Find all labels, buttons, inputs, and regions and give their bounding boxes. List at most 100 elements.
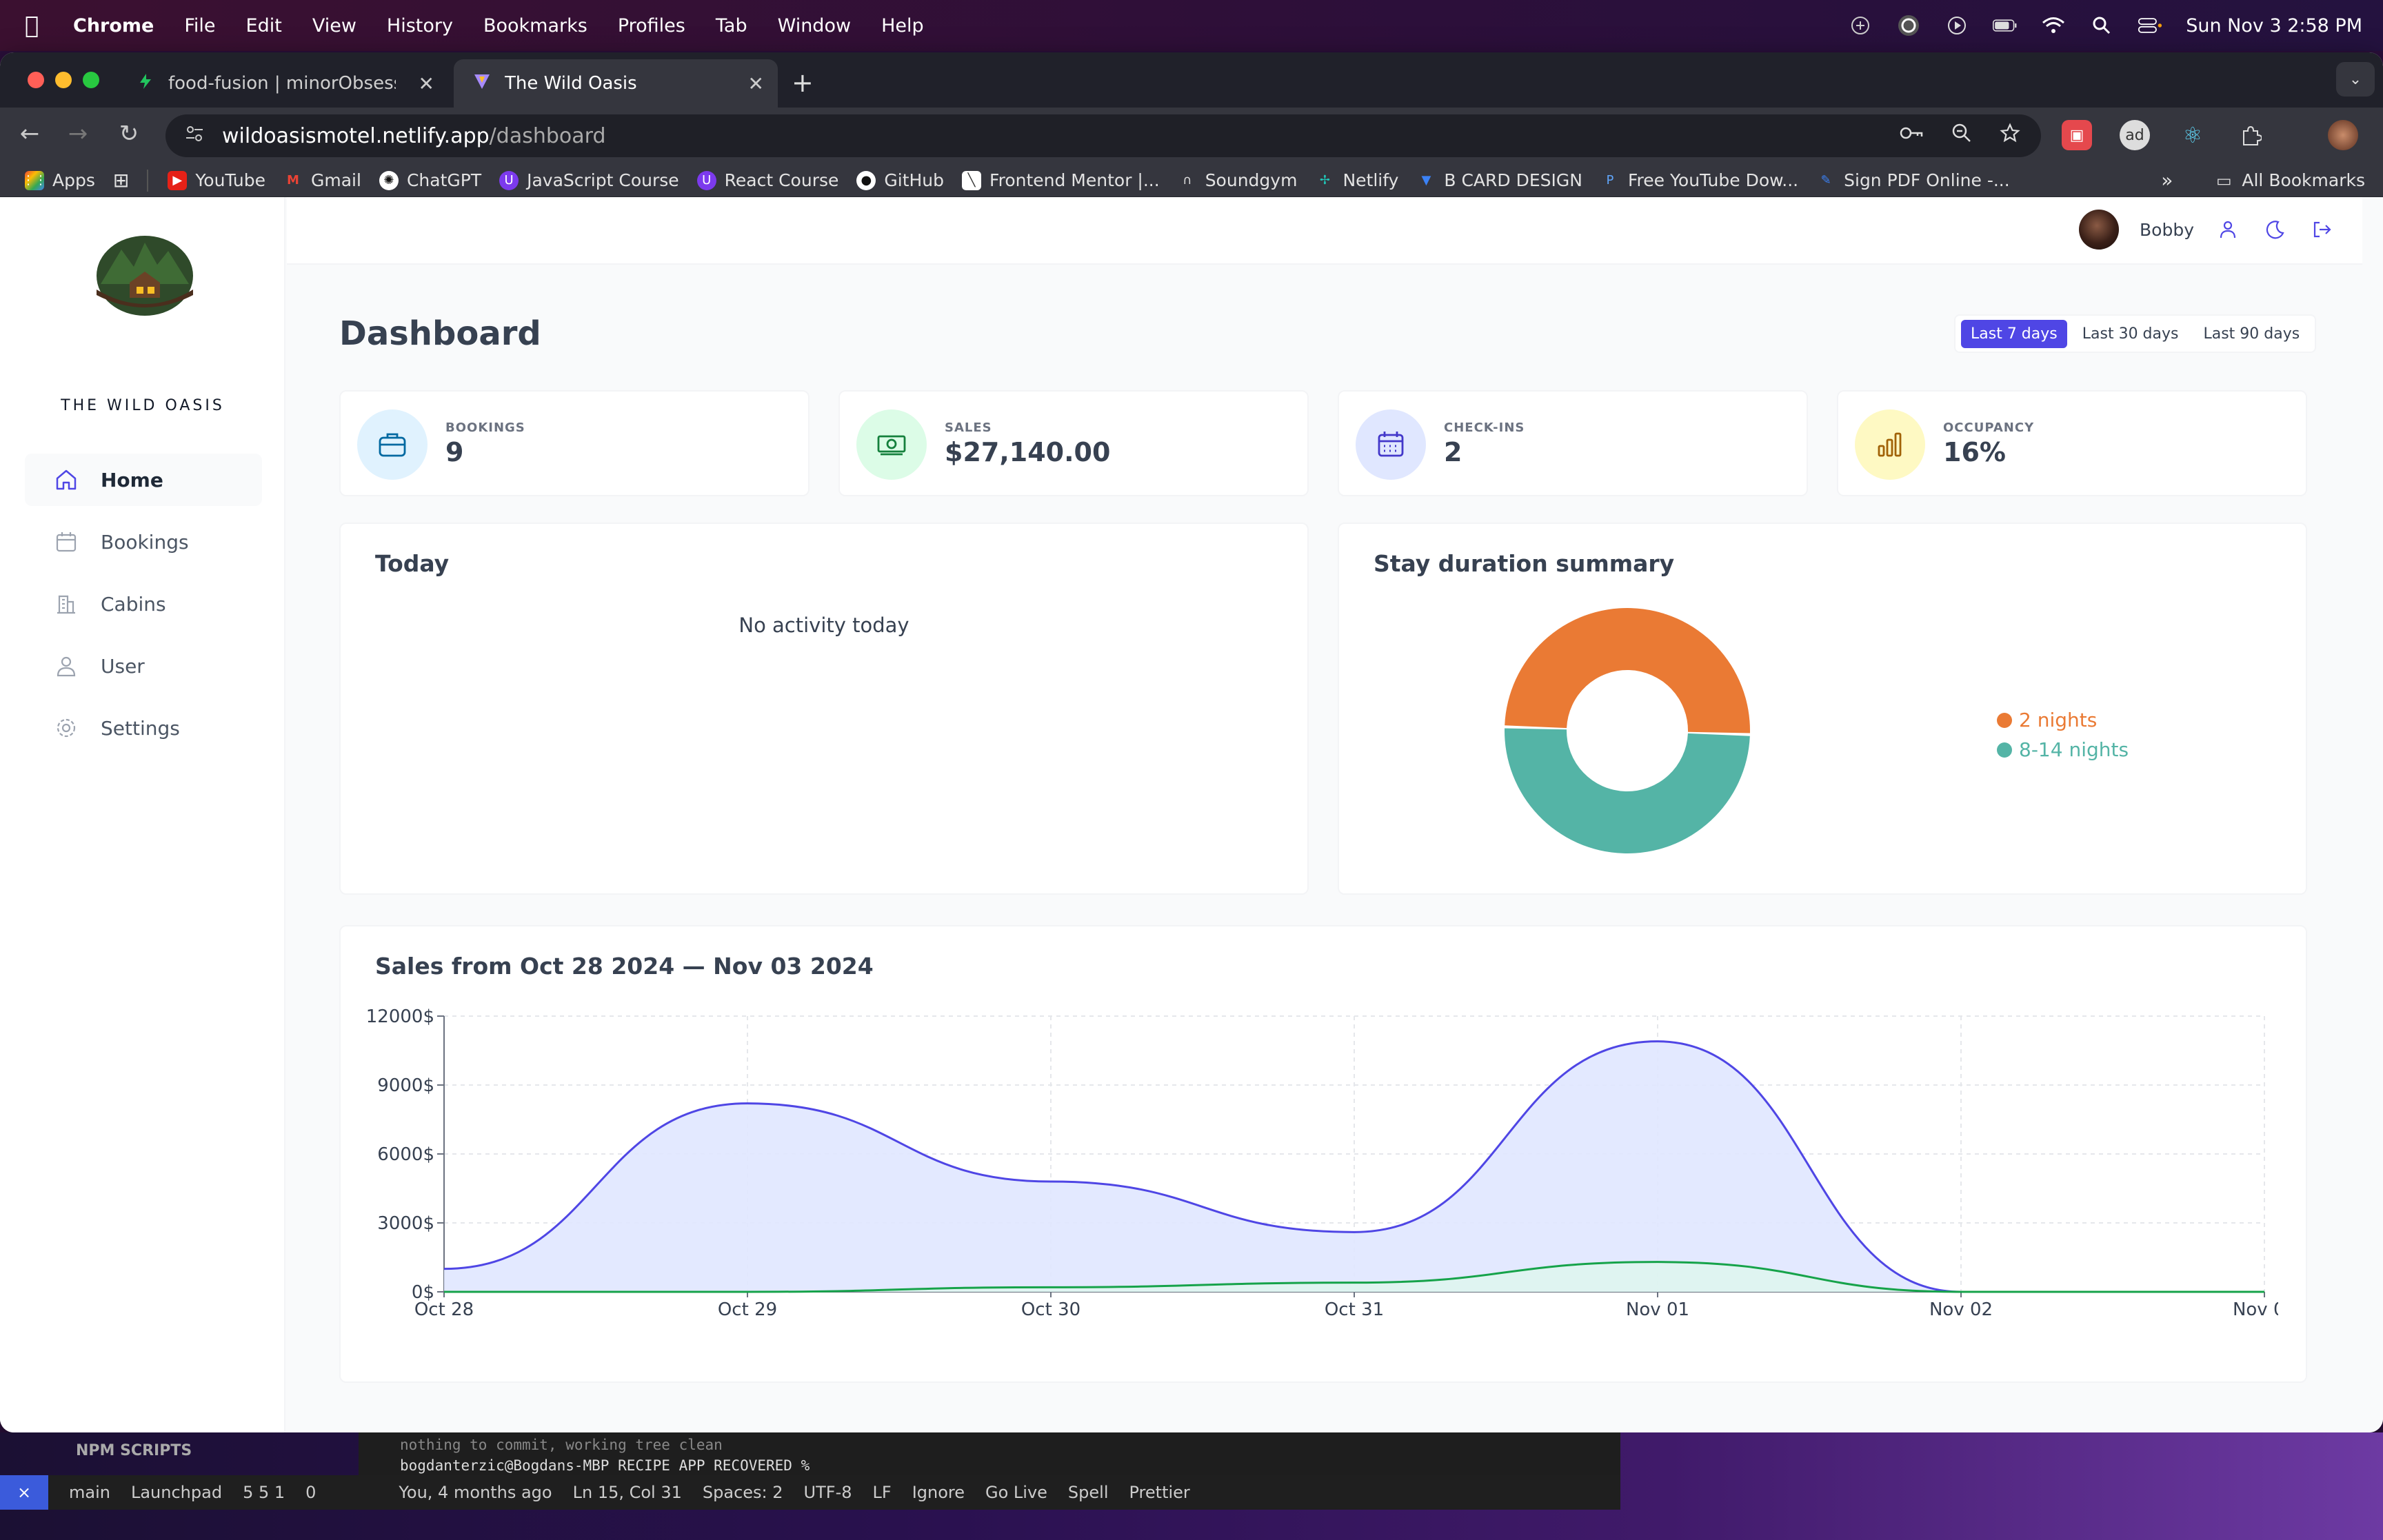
zoom-icon[interactable] [1951,123,1972,149]
extensions-puzzle-icon[interactable] [2235,120,2266,150]
bookmark-sign-pdf[interactable]: ✎ Sign PDF Online -... [1816,170,2010,190]
site-info-icon[interactable] [177,124,212,148]
x-tick-label: Oct 29 [718,1299,777,1320]
menu-file[interactable]: File [184,15,215,37]
account-user-icon[interactable] [2215,216,2241,243]
status-menu-icon[interactable] [1848,13,1873,38]
address-bar[interactable]: wildoasismotel.netlify.app/dashboard [165,114,2041,157]
menubar-clock[interactable]: Sun Nov 3 2:58 PM [2186,15,2362,37]
terminal-prompt: bogdanterzic@Bogdans-MBP RECIPE APP RECO… [400,1457,810,1474]
tab-strip: food-fusion | minorObsession ✕ The Wild … [0,52,2383,108]
avatar[interactable] [2079,210,2120,250]
minimize-window-button[interactable] [55,72,72,88]
bookmark-gmail[interactable]: M Gmail [283,170,361,190]
menu-app-name[interactable]: Chrome [73,15,154,37]
more-bookmarks-icon[interactable]: » [2161,169,2173,192]
dark-mode-moon-icon[interactable] [2262,216,2288,243]
problems-status[interactable]: 5 5 1 [243,1483,285,1502]
bookmark-star-icon[interactable] [2000,123,2020,149]
npm-scripts-label[interactable]: NPM SCRIPTS [76,1442,192,1459]
spotlight-search-icon[interactable] [2089,13,2114,38]
extension-ad-icon[interactable]: ad [2120,120,2150,150]
macos-menu-bar:  Chrome File Edit View History Bookmark… [0,0,2383,51]
profile-avatar[interactable] [2328,120,2358,150]
wifi-icon[interactable] [2041,13,2066,38]
menu-view[interactable]: View [312,15,356,37]
ignore-status[interactable]: Ignore [912,1483,965,1502]
tab-wild-oasis[interactable]: The Wild Oasis ✕ [454,59,778,108]
github-icon: ● [856,170,876,190]
prettier-status[interactable]: Prettier [1129,1483,1190,1502]
remote-icon[interactable]: ⨯ [0,1475,48,1510]
bookmark-github[interactable]: ● GitHub [856,170,944,190]
bookmark-b-card-design[interactable]: ▼ B CARD DESIGN [1416,170,1582,190]
all-bookmarks-button[interactable]: ▭ All Bookmarks [2214,170,2365,190]
bookmark-frontend-mentor[interactable]: ╲ Frontend Mentor |... [962,170,1160,190]
spell-status[interactable]: Spell [1068,1483,1109,1502]
battery-icon[interactable] [1993,13,2018,38]
bookmark-netlify[interactable]: ✢ Netlify [1315,170,1398,190]
sidebar-item-settings[interactable]: Settings [25,702,262,754]
bookmarks-divider [147,169,149,192]
menu-history[interactable]: History [387,15,453,37]
sidebar-item-cabins[interactable]: Cabins [25,578,262,630]
x-tick-label: Oct 31 [1325,1299,1384,1320]
forward-icon[interactable]: → [62,120,94,148]
reload-icon[interactable]: ↻ [113,120,145,148]
bookmark-free-youtube-download[interactable]: P Free YouTube Dow... [1600,170,1799,190]
bookmark-label: Soundgym [1205,170,1298,190]
cursor-position-status[interactable]: Ln 15, Col 31 [573,1483,682,1502]
react-devtools-icon[interactable]: ⚛ [2178,120,2208,150]
close-tab-icon[interactable]: ✕ [419,72,434,95]
bookmark-javascript-course[interactable]: U JavaScript Course [499,170,679,190]
eol-status[interactable]: LF [873,1483,892,1502]
control-center-icon[interactable] [2138,13,2162,38]
menu-help[interactable]: Help [881,15,924,37]
password-key-icon[interactable] [1899,123,1924,149]
filter-last-7-days[interactable]: Last 7 days [1961,319,2067,348]
tab-search-button[interactable]: ⌄ [2336,62,2375,97]
tab-groups-icon[interactable]: ⊞ [113,169,129,192]
git-branch-status[interactable]: main [69,1483,110,1502]
git-blame-status[interactable]: You, 4 months ago [399,1483,552,1502]
bookmark-youtube[interactable]: ▶ YouTube [168,170,265,190]
menu-tab[interactable]: Tab [716,15,747,37]
tab-food-fusion[interactable]: food-fusion | minorObsession ✕ [117,59,448,108]
encoding-status[interactable]: UTF-8 [804,1483,852,1502]
ports-status[interactable]: 0 [305,1483,316,1502]
bookmark-chatgpt[interactable]: ✺ ChatGPT [379,170,481,190]
close-tab-icon[interactable]: ✕ [748,72,764,95]
sidebar-item-home[interactable]: Home [25,454,262,506]
apple-menu-icon[interactable]:  [25,12,52,39]
bookmark-soundgym[interactable]: ∩ Soundgym [1178,170,1298,190]
stay-duration-donut-chart [1505,607,1750,854]
menu-edit[interactable]: Edit [246,15,282,37]
back-icon[interactable]: ← [14,120,46,148]
filter-last-30-days[interactable]: Last 30 days [2073,320,2189,348]
wild-oasis-logo[interactable] [94,229,196,318]
bookmark-apps[interactable]: ⋮⋮ Apps [22,170,95,190]
stat-label: OCCUPANCY [1943,421,2035,435]
record-icon[interactable] [1896,13,1921,38]
launchpad-status[interactable]: Launchpad [131,1483,222,1502]
filter-last-90-days[interactable]: Last 90 days [2193,320,2309,348]
menu-window[interactable]: Window [778,15,851,37]
youtube-icon: ▶ [168,170,188,190]
logout-icon[interactable] [2309,216,2335,243]
sidebar-item-user[interactable]: User [25,640,262,692]
indent-status[interactable]: Spaces: 2 [703,1483,783,1502]
maximize-window-button[interactable] [83,72,99,88]
new-tab-button[interactable]: + [792,68,814,98]
sales-title: Sales from Oct 28 2024 — Nov 03 2024 [375,953,874,980]
close-window-button[interactable] [28,72,44,88]
go-live-status[interactable]: Go Live [985,1483,1047,1502]
play-icon[interactable] [1944,13,1969,38]
extension-red-icon[interactable]: ▣ [2062,120,2092,150]
sidebar-item-bookings[interactable]: Bookings [25,516,262,568]
bookmark-label: B CARD DESIGN [1444,170,1582,190]
sign-pdf-icon: ✎ [1820,173,1831,188]
menu-profiles[interactable]: Profiles [618,15,685,37]
banknotes-icon [856,409,927,480]
bookmark-react-course[interactable]: U React Course [696,170,838,190]
menu-bookmarks[interactable]: Bookmarks [483,15,587,37]
